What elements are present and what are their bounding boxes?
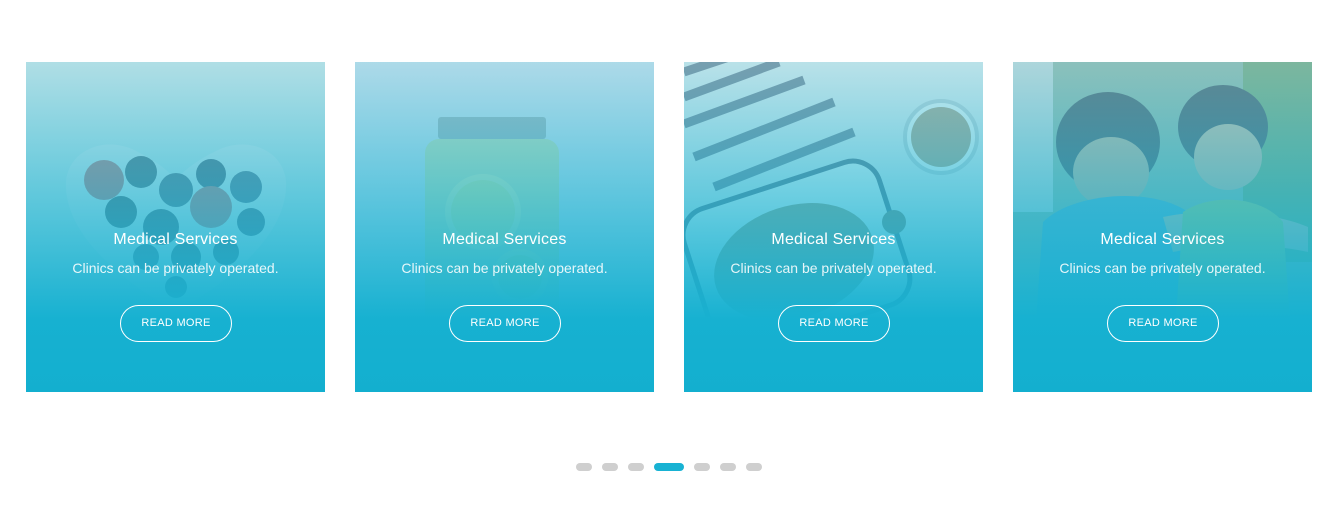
- card-title: Medical Services: [442, 231, 567, 248]
- service-card: Medical Services Clinics can be privatel…: [26, 62, 325, 392]
- card-title: Medical Services: [771, 231, 896, 248]
- read-more-button[interactable]: READ MORE: [120, 305, 232, 342]
- read-more-button[interactable]: READ MORE: [449, 305, 561, 342]
- read-more-button[interactable]: READ MORE: [778, 305, 890, 342]
- card-description: Clinics can be privately operated.: [1059, 260, 1266, 276]
- service-card: Medical Services Clinics can be privatel…: [355, 62, 654, 392]
- card-title: Medical Services: [113, 231, 238, 248]
- pagination-dot[interactable]: [746, 463, 762, 471]
- card-description: Clinics can be privately operated.: [401, 260, 608, 276]
- pagination-dot-active[interactable]: [654, 463, 684, 471]
- pagination-dot[interactable]: [720, 463, 736, 471]
- pagination-dot[interactable]: [602, 463, 618, 471]
- card-description: Clinics can be privately operated.: [72, 260, 279, 276]
- service-card: Medical Services Clinics can be privatel…: [1013, 62, 1312, 392]
- card-content: Medical Services Clinics can be privatel…: [355, 62, 654, 392]
- card-content: Medical Services Clinics can be privatel…: [1013, 62, 1312, 392]
- pagination-dot[interactable]: [694, 463, 710, 471]
- pagination-dot[interactable]: [628, 463, 644, 471]
- card-content: Medical Services Clinics can be privatel…: [26, 62, 325, 392]
- read-more-button[interactable]: READ MORE: [1107, 305, 1219, 342]
- card-title: Medical Services: [1100, 231, 1225, 248]
- service-card: Medical Services Clinics can be privatel…: [684, 62, 983, 392]
- services-carousel: Medical Services Clinics can be privatel…: [26, 62, 1312, 392]
- card-description: Clinics can be privately operated.: [730, 260, 937, 276]
- pagination-dot[interactable]: [576, 463, 592, 471]
- card-content: Medical Services Clinics can be privatel…: [684, 62, 983, 392]
